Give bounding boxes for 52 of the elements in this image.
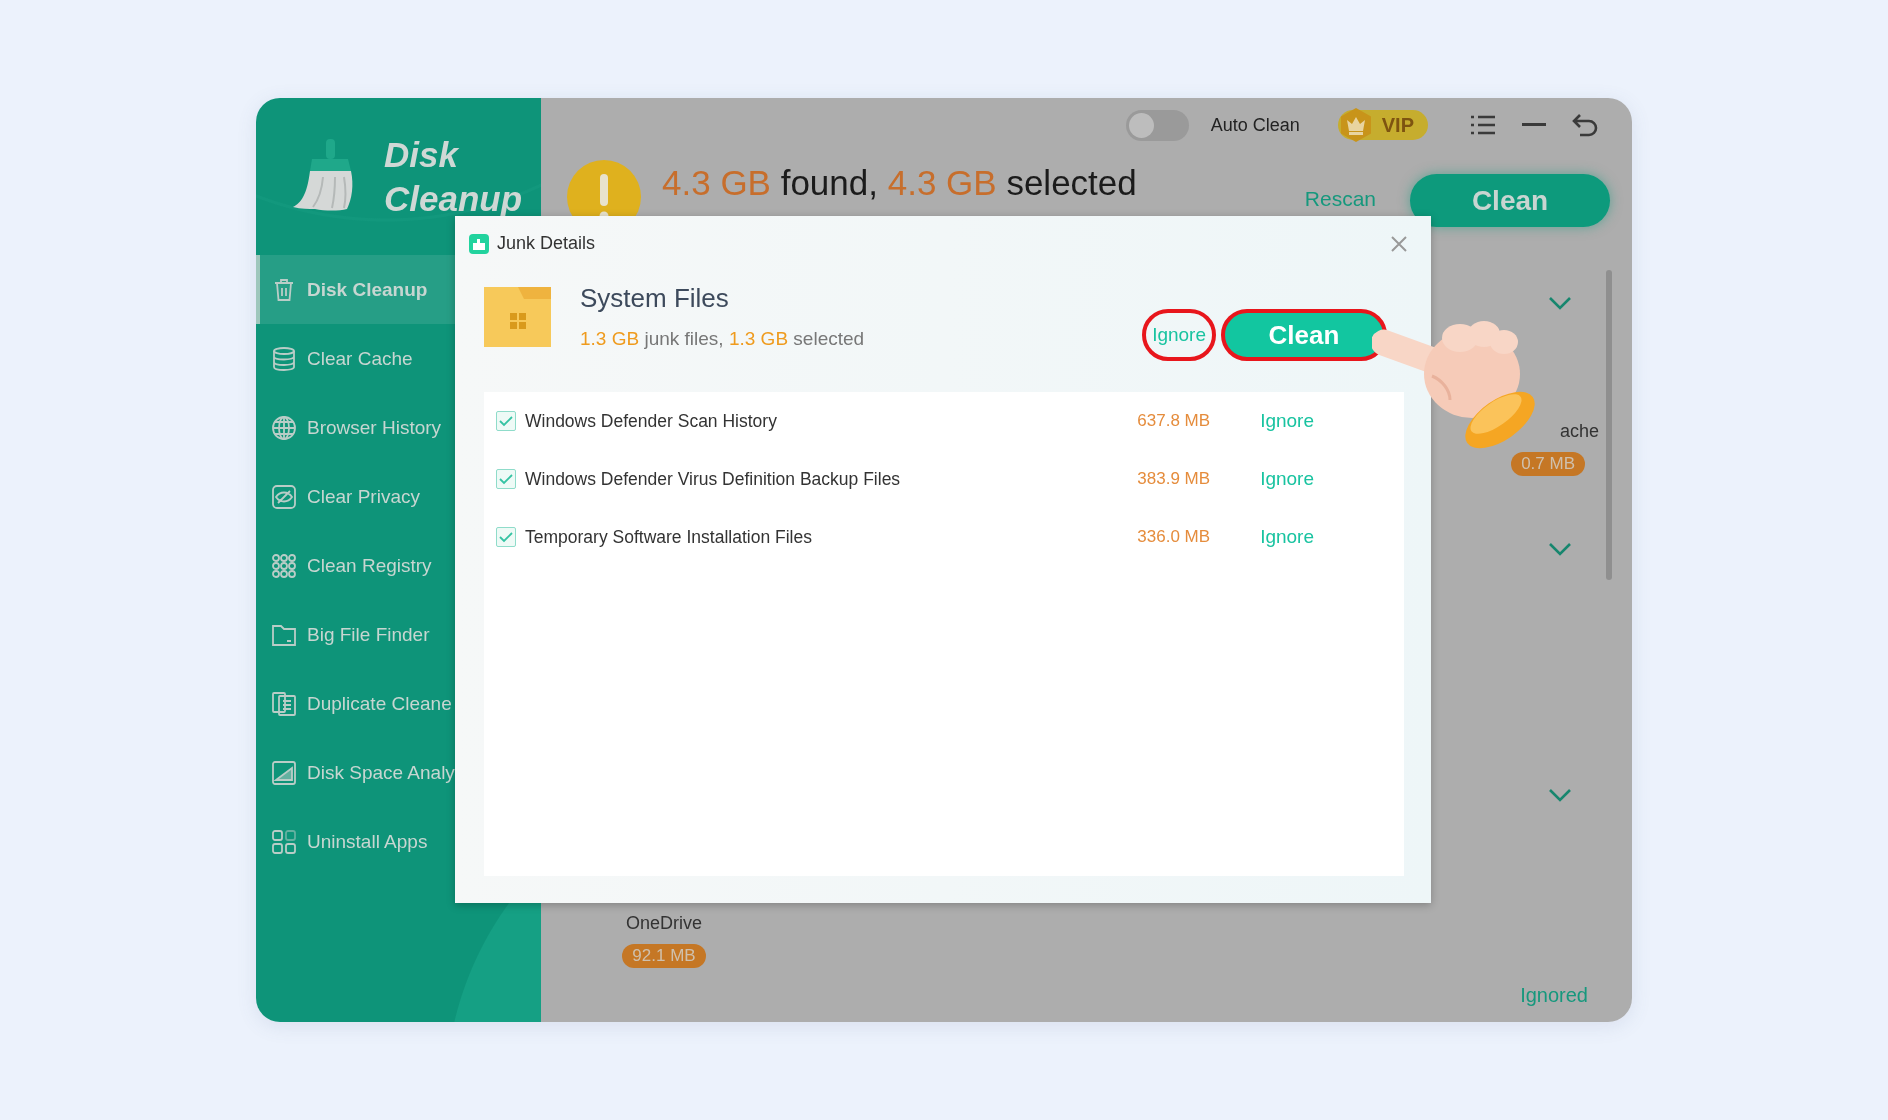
chart-icon [271, 759, 297, 786]
chevron-down-icon[interactable] [1548, 788, 1572, 802]
ignore-button[interactable]: Ignore [1142, 309, 1216, 361]
globe-icon [271, 414, 297, 441]
auto-clean-toggle[interactable] [1125, 109, 1189, 141]
clean-button[interactable]: Clean [1410, 174, 1610, 227]
sidebar-item[interactable]: Duplicate Cleane [256, 669, 541, 738]
close-icon[interactable] [1390, 234, 1408, 253]
category-summary: 1.3 GB junk files, 1.3 GB selected [580, 328, 865, 350]
checkbox[interactable] [496, 469, 516, 489]
junk-item-name: Temporary Software Installation Files [525, 526, 813, 548]
junk-item-size: 336.0 MB [1136, 527, 1211, 547]
category-name: OneDrive [626, 913, 702, 934]
checkbox[interactable] [496, 527, 516, 547]
documents-icon [271, 690, 297, 717]
junk-item-name: Windows Defender Scan History [525, 410, 778, 432]
clean-button[interactable]: Clean [1221, 309, 1387, 361]
dots-grid-icon [271, 552, 297, 579]
category-name: ache [1559, 421, 1599, 442]
chevron-down-icon[interactable] [1548, 542, 1572, 556]
ignore-link[interactable]: Ignore [1260, 526, 1314, 548]
toggle-label: Auto Clean [1210, 114, 1300, 136]
vip-badge[interactable]: VIP [1337, 110, 1428, 140]
folder-icon [484, 287, 551, 347]
scan-summary: 4.3 GB found, 4.3 GB selected [662, 163, 1137, 203]
stack-icon [271, 345, 297, 372]
ignore-link[interactable]: Ignore [1260, 410, 1314, 432]
sidebar-item[interactable]: Disk Space Analy [256, 738, 541, 807]
minimize-icon[interactable] [1522, 123, 1546, 127]
app-name: Cleanup [384, 177, 523, 220]
app-icon [469, 233, 489, 254]
size-badge: 0.7 MB [1511, 452, 1585, 476]
junk-item-size: 637.8 MB [1136, 411, 1211, 431]
scrollbar[interactable] [1606, 270, 1612, 580]
rescan-link[interactable]: Rescan [1304, 187, 1376, 211]
category-title: System Files [580, 283, 730, 314]
apps-grid-icon [271, 828, 297, 855]
dialog-title: Junk Details [497, 233, 596, 254]
back-arrow-icon[interactable] [1572, 113, 1598, 137]
sidebar-item[interactable]: Uninstall Apps [256, 807, 541, 876]
app-name: Disk [384, 133, 460, 176]
junk-item-name: Windows Defender Virus Definition Backup Files [525, 468, 902, 490]
ignore-link[interactable]: Ignore [1260, 468, 1314, 490]
size-badge: 92.1 MB [622, 944, 706, 968]
sidebar-item[interactable]: Big File Finder [256, 600, 541, 669]
ignored-link[interactable]: Ignored [1520, 983, 1588, 1007]
menu-icon[interactable] [1470, 114, 1496, 136]
checkbox[interactable] [496, 411, 516, 431]
chevron-down-icon[interactable] [1548, 296, 1572, 310]
eye-slash-icon [271, 483, 297, 510]
sidebar-item[interactable]: Clear Cache [256, 324, 541, 393]
junk-item-size: 383.9 MB [1136, 469, 1211, 489]
